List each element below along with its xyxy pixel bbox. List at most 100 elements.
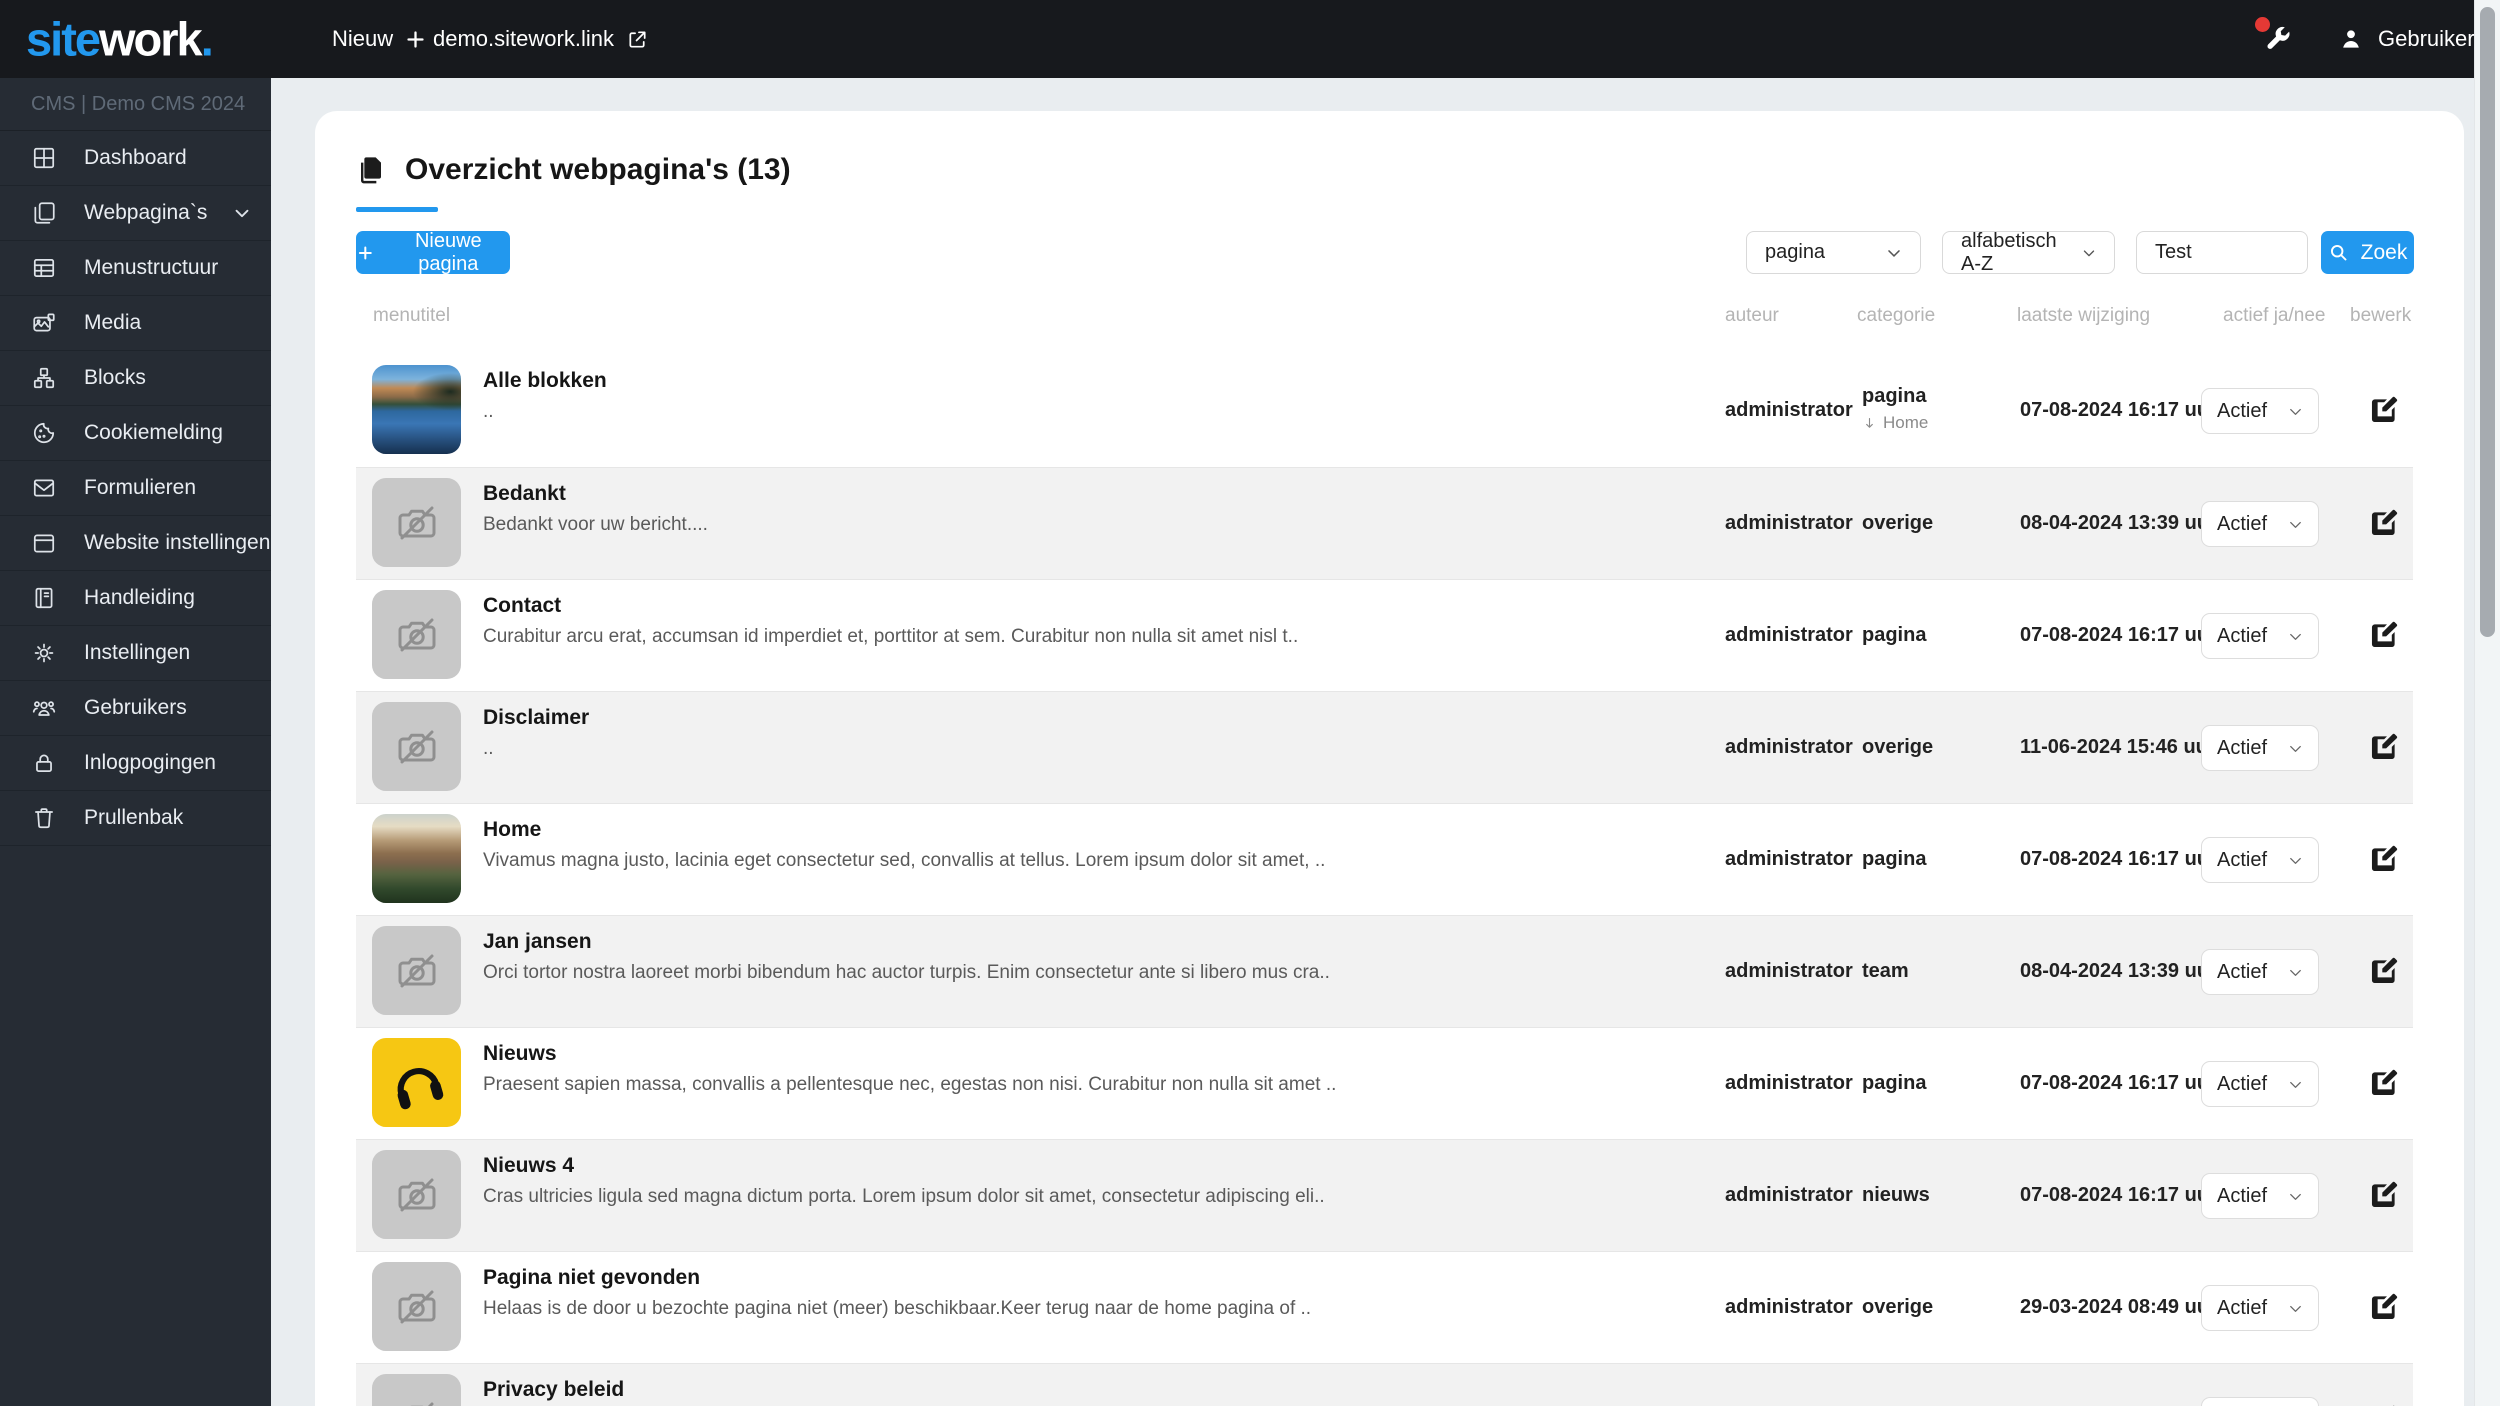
search-button[interactable]: Zoek: [2321, 231, 2414, 274]
row-thumbnail: [372, 1374, 461, 1406]
edit-page-button[interactable]: [2367, 954, 2401, 988]
notification-dot: [2255, 17, 2270, 32]
menu-structure-icon: [31, 255, 57, 281]
edit-icon: [2393, 1405, 2395, 1406]
status-select[interactable]: Actief: [2201, 1061, 2319, 1107]
table-row[interactable]: Pagina niet gevonden Helaas is de door u…: [356, 1251, 2413, 1363]
table-row[interactable]: Disclaimer .. administrator overige 11-0…: [356, 691, 2413, 803]
row-description: Helaas is de door u bezochte pagina niet…: [483, 1298, 1312, 1319]
search-input[interactable]: [2136, 231, 2308, 274]
row-category-label: pagina: [1862, 848, 1927, 870]
table-row[interactable]: Jan jansen Orci tortor nostra laoreet mo…: [356, 915, 2413, 1027]
status-select[interactable]: Actief: [2201, 949, 2319, 995]
new-page-button[interactable]: Nieuwe pagina: [356, 230, 510, 275]
status-select[interactable]: Actief: [2201, 1285, 2319, 1331]
table-row[interactable]: Bedankt Bedankt voor uw bericht.... admi…: [356, 467, 2413, 579]
sidebar-item-gebruikers[interactable]: Gebruikers: [0, 681, 271, 736]
sidebar-item-label: Menustructuur: [84, 256, 219, 279]
nieuw-menu-button[interactable]: Nieuw: [332, 26, 426, 52]
edit-page-button[interactable]: [2367, 1290, 2401, 1324]
scrollbar-thumb[interactable]: [2480, 7, 2495, 637]
row-title: Jan jansen: [483, 930, 592, 953]
row-author: administrator: [1725, 736, 1853, 758]
sidebar-item-media[interactable]: Media: [0, 296, 271, 351]
logo-dot: .: [200, 12, 214, 66]
edit-icon: [2371, 957, 2398, 984]
chevron-down-icon: [2290, 1305, 2301, 1312]
table-row[interactable]: Privacy beleid .. administrator overige …: [356, 1363, 2413, 1406]
edit-page-button[interactable]: [2367, 618, 2401, 652]
row-author: administrator: [1725, 1184, 1853, 1206]
blocks-icon: [31, 365, 57, 391]
row-author: administrator: [1725, 960, 1853, 982]
row-last-modified: 07-08-2024 16:17 uur: [2020, 848, 2217, 870]
webpages-icon: [31, 200, 57, 226]
sidebar-item-label: Handleiding: [84, 586, 195, 609]
chevron-down-icon: [2290, 969, 2301, 976]
row-category: pagina: [1862, 1072, 1926, 1095]
sitework-logo[interactable]: sitework.: [26, 12, 214, 67]
sidebar-item-blocks[interactable]: Blocks: [0, 351, 271, 406]
edit-page-button[interactable]: [2367, 506, 2401, 540]
edit-page-button[interactable]: [2367, 393, 2401, 427]
logo-part-work: work: [99, 12, 203, 66]
row-author: administrator: [1725, 624, 1853, 646]
sidebar-item-cookiemelding[interactable]: Cookiemelding: [0, 406, 271, 461]
chevron-down-icon: [2290, 1193, 2301, 1200]
external-link-icon: [626, 28, 649, 51]
sidebar-item-label: Website instellingen: [84, 531, 271, 554]
edit-page-button[interactable]: [2367, 1178, 2401, 1212]
table-row[interactable]: Nieuws Praesent sapien massa, convallis …: [356, 1027, 2413, 1139]
row-title: Nieuws 4: [483, 1154, 575, 1177]
row-description: Curabitur arcu erat, accumsan id imperdi…: [483, 626, 1299, 647]
sidebar-item-formulieren[interactable]: Formulieren: [0, 461, 271, 516]
row-category-label: pagina: [1862, 1072, 1927, 1094]
table-row[interactable]: Nieuws 4 Cras ultricies ligula sed magna…: [356, 1139, 2413, 1251]
sidebar-item-handleiding[interactable]: Handleiding: [0, 571, 271, 626]
row-last-modified: 08-04-2024 13:39 uur: [2020, 960, 2217, 982]
edit-icon: [2371, 733, 2398, 760]
status-select[interactable]: Actief: [2201, 1397, 2319, 1406]
status-select[interactable]: Actief: [2201, 837, 2319, 883]
status-select[interactable]: Actief: [2201, 501, 2319, 547]
page-scrollbar[interactable]: [2474, 0, 2500, 1406]
sort-filter-select[interactable]: alfabetisch A-Z: [1942, 230, 2115, 275]
table-row[interactable]: Alle blokken .. administrator pagina Hom…: [356, 355, 2413, 467]
user-label: Gebruiker: [2378, 26, 2475, 51]
status-select[interactable]: Actief: [2201, 725, 2319, 771]
category-filter-select[interactable]: pagina: [1746, 231, 1921, 274]
sidebar-item-webpaginas[interactable]: Webpagina`s: [0, 186, 271, 241]
no-image-camera-icon: [398, 1290, 435, 1323]
sidebar-item-instellingen[interactable]: Instellingen: [0, 626, 271, 681]
chevron-down-icon: [2290, 521, 2301, 528]
row-title: Alle blokken: [483, 369, 607, 392]
row-title: Disclaimer: [483, 706, 590, 729]
status-select[interactable]: Actief: [2201, 613, 2319, 659]
edit-page-button[interactable]: [2367, 1066, 2401, 1100]
cookie-icon: [31, 420, 57, 446]
table-row[interactable]: Home Vivamus magna justo, lacinia eget c…: [356, 803, 2413, 915]
table-row[interactable]: Contact Curabitur arcu erat, accumsan id…: [356, 579, 2413, 691]
status-select[interactable]: Actief: [2201, 388, 2319, 434]
edit-page-button[interactable]: [2367, 730, 2401, 764]
sidebar-item-website-instellingen[interactable]: Website instellingen: [0, 516, 271, 571]
row-category: nieuws: [1862, 1184, 1930, 1207]
row-thumbnail: [372, 478, 461, 567]
chevron-down-icon: [2290, 633, 2301, 640]
sidebar-item-menustructuur[interactable]: Menustructuur: [0, 241, 271, 296]
row-last-modified: 29-03-2024 08:49 uur: [2020, 1296, 2217, 1318]
status-select-value: Actief: [2217, 848, 2268, 871]
site-link-label: demo.sitework.link: [433, 26, 614, 51]
chevron-down-icon: [2290, 745, 2301, 752]
row-description: Orci tortor nostra laoreet morbi bibendu…: [483, 962, 1330, 983]
no-image-camera-icon: [398, 954, 435, 987]
row-title: Home: [483, 818, 542, 841]
edit-page-button[interactable]: [2367, 1402, 2401, 1406]
sidebar-item-dashboard[interactable]: Dashboard: [0, 131, 271, 186]
status-select[interactable]: Actief: [2201, 1173, 2319, 1219]
site-link[interactable]: demo.sitework.link: [433, 26, 649, 52]
row-author: administrator: [1725, 1072, 1853, 1094]
sidebar-item-inlogpogingen[interactable]: Inlogpogingen: [0, 736, 271, 791]
sidebar-item-prullenbak[interactable]: Prullenbak: [0, 791, 271, 846]
edit-page-button[interactable]: [2367, 842, 2401, 876]
